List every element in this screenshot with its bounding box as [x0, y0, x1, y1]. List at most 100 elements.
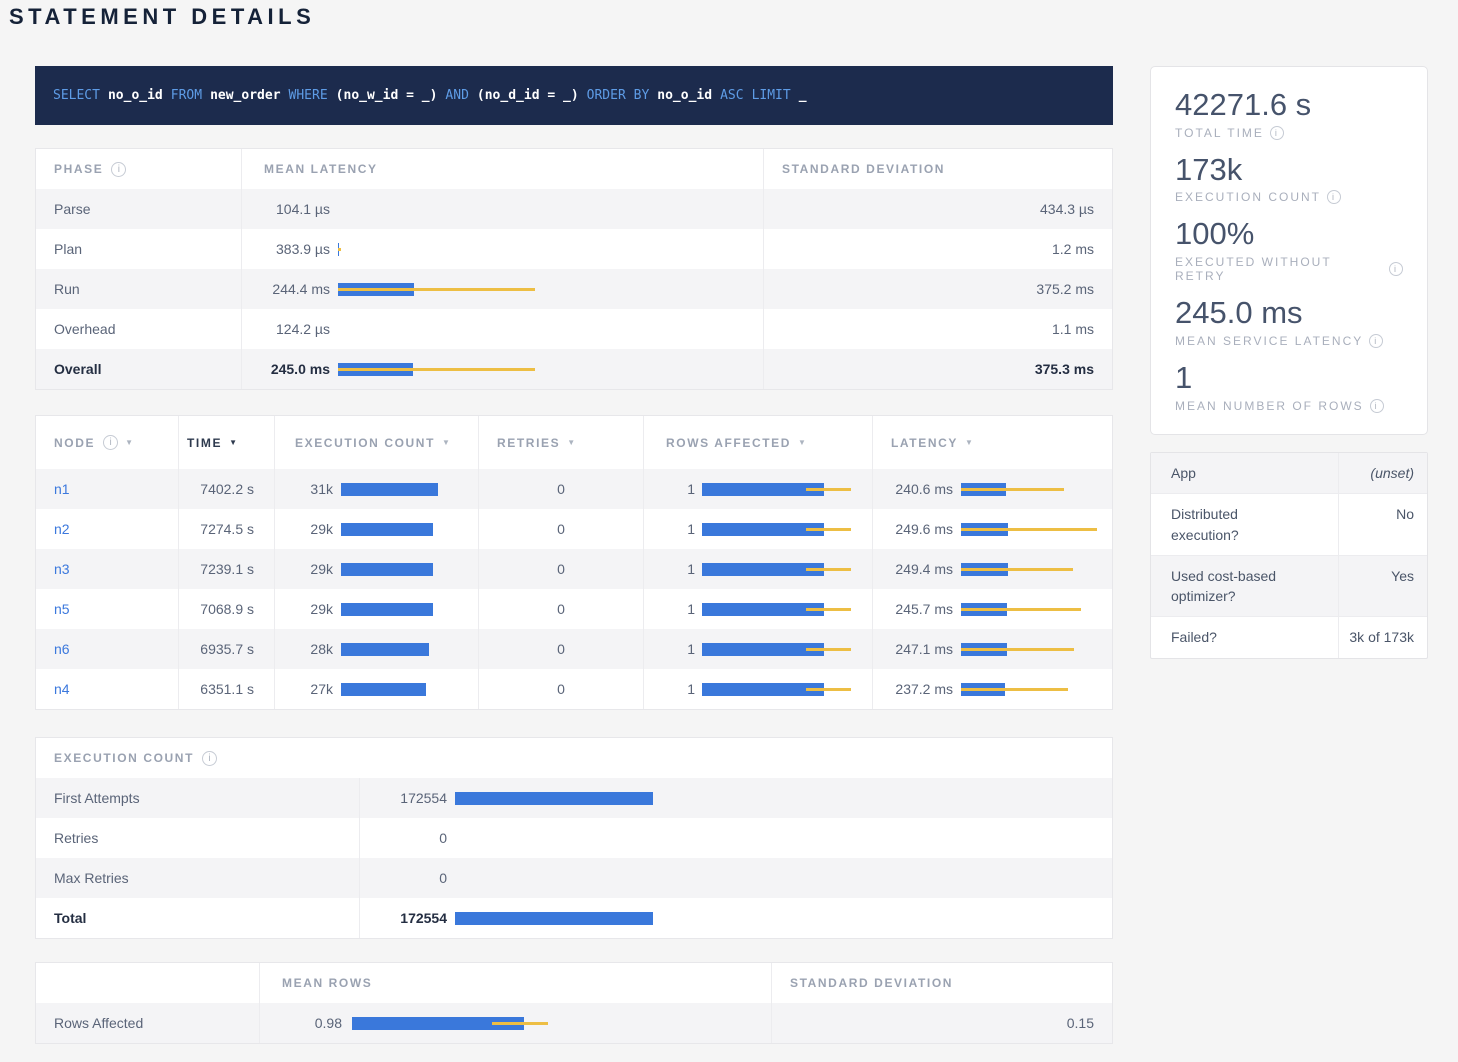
rows-affected-header-cell[interactable]: ROWS AFFECTED ▼ [643, 416, 872, 469]
info-icon[interactable]: i [202, 751, 217, 766]
sql-token: (no_w_id = _) [336, 88, 438, 103]
time-header-cell[interactable]: TIME ▼ [178, 416, 274, 469]
exec-count-cell: 29k [274, 549, 478, 589]
sort-caret-icon: ▼ [965, 438, 973, 447]
sql-token: SELECT [53, 88, 100, 103]
exec-count-value: 31k [289, 481, 333, 497]
latency-header-cell[interactable]: LATENCY ▼ [872, 416, 1114, 469]
stat-value: 1 [1175, 361, 1403, 396]
table-row: n2 7274.5 s 29k 0 1 249.6 ms [36, 509, 1112, 549]
node-header-cell[interactable]: NODE i ▼ [36, 416, 178, 469]
rows-affected-bar [702, 683, 854, 696]
info-icon[interactable]: i [1370, 399, 1384, 413]
mean-rows-bar [352, 1017, 753, 1030]
latency-header-label: LATENCY [891, 436, 958, 450]
info-icon[interactable]: i [1270, 126, 1284, 140]
table-row: Parse 104.1 µs 434.3 µs [36, 189, 1112, 229]
latency-cell: 249.4 ms [872, 549, 1114, 589]
table-row: n6 6935.7 s 28k 0 1 247.1 ms [36, 629, 1112, 669]
node-link[interactable]: n5 [54, 601, 70, 617]
latency-bar [338, 363, 745, 376]
info-icon[interactable]: i [1369, 334, 1383, 348]
node-link[interactable]: n4 [54, 681, 70, 697]
latency-cell: 240.6 ms [872, 469, 1114, 509]
node-link[interactable]: n2 [54, 521, 70, 537]
mean-latency-cell: 244.4 ms [241, 269, 763, 309]
table-row: Run 244.4 ms 375.2 ms [36, 269, 1112, 309]
rows-affected-value: 1 [658, 601, 695, 617]
exec-count-cell: 29k [274, 589, 478, 629]
retries-value: 0 [478, 509, 643, 549]
sql-token: ORDER BY [587, 88, 650, 103]
time-value: 7274.5 s [178, 509, 274, 549]
rows-affected-cell: 1 [643, 629, 872, 669]
sql-token: ASC [720, 88, 743, 103]
time-value: 7068.9 s [178, 589, 274, 629]
mean-latency-value: 244.4 ms [256, 281, 330, 297]
time-value: 7402.2 s [178, 469, 274, 509]
latency-value: 237.2 ms [887, 681, 953, 697]
std-dev-header-cell: STANDARD DEVIATION [771, 963, 1114, 1003]
rows-affected-table: MEAN ROWS STANDARD DEVIATION Rows Affect… [35, 962, 1113, 1044]
stat-label: MEAN NUMBER OF ROWS [1175, 399, 1364, 413]
latency-bar [338, 203, 745, 216]
info-icon[interactable]: i [103, 435, 118, 450]
node-link[interactable]: n1 [54, 481, 70, 497]
time-value: 6935.7 s [178, 629, 274, 669]
exec-count-value: 29k [289, 521, 333, 537]
stat-value: 42271.6 s [1175, 88, 1403, 123]
rows-table-header: MEAN ROWS STANDARD DEVIATION [36, 963, 1112, 1003]
table-row: Total 172554 [36, 898, 1112, 938]
detail-label: Failed? [1151, 617, 1338, 657]
exec-count-header-cell[interactable]: EXECUTION COUNT ▼ [274, 416, 478, 469]
node-link[interactable]: n6 [54, 641, 70, 657]
sort-caret-icon: ▼ [567, 438, 575, 447]
exec-count-bar [341, 683, 464, 696]
empty-header-cell [36, 963, 259, 1003]
latency-bar [338, 323, 745, 336]
table-row: n5 7068.9 s 29k 0 1 245.7 ms [36, 589, 1112, 629]
exec-count-bar [455, 872, 1096, 885]
mean-latency-value: 124.2 µs [256, 321, 330, 337]
sort-caret-icon: ▼ [442, 438, 450, 447]
table-row: n3 7239.1 s 29k 0 1 249.4 ms [36, 549, 1112, 589]
phase-label: Overall [36, 349, 241, 389]
table-row: Overhead 124.2 µs 1.1 ms [36, 309, 1112, 349]
execution-count-title: EXECUTION COUNT [54, 751, 194, 765]
detail-label: Distributed execution? [1151, 494, 1338, 555]
info-icon[interactable]: i [1389, 262, 1403, 276]
exec-count-bar [341, 643, 464, 656]
exec-row-cell: 172554 [359, 778, 1114, 818]
node-link[interactable]: n3 [54, 561, 70, 577]
latency-cell: 237.2 ms [872, 669, 1114, 709]
info-icon[interactable]: i [111, 162, 126, 177]
rows-affected-value: 1 [658, 561, 695, 577]
detail-row-distributed: Distributed execution? No [1151, 494, 1427, 556]
time-value: 7239.1 s [178, 549, 274, 589]
sql-token: _ [799, 88, 807, 103]
retries-header-cell[interactable]: RETRIES ▼ [478, 416, 643, 469]
sort-caret-icon: ▼ [798, 438, 806, 447]
rows-affected-bar [702, 603, 854, 616]
exec-row-label: First Attempts [36, 778, 359, 818]
stat-label: EXECUTION COUNT [1175, 190, 1321, 204]
latency-bar [961, 683, 1096, 696]
stat-execution-count: 173k EXECUTION COUNTi [1175, 153, 1403, 205]
rows-affected-bar [702, 563, 854, 576]
info-icon[interactable]: i [1327, 190, 1341, 204]
phase-label: Plan [36, 229, 241, 269]
node-table-header: NODE i ▼ TIME ▼ EXECUTION COUNT ▼ RETRIE… [36, 416, 1112, 469]
sql-statement: SELECTno_o_idFROMnew_orderWHERE(no_w_id … [35, 66, 1113, 125]
std-dev-value: 1.2 ms [763, 229, 1114, 269]
sql-token: new_order [210, 88, 280, 103]
exec-row-cell: 0 [359, 858, 1114, 898]
mean-latency-header-cell: MEAN LATENCY [241, 149, 763, 189]
detail-value: 3k of 173k [1338, 617, 1429, 657]
table-row: Retries 0 [36, 818, 1112, 858]
exec-count-bar [341, 523, 464, 536]
node-header-label: NODE [54, 436, 95, 450]
exec-row-label: Total [36, 898, 359, 938]
mean-latency-cell: 124.2 µs [241, 309, 763, 349]
retries-header-label: RETRIES [497, 436, 560, 450]
sql-token: (no_d_id = _) [477, 88, 579, 103]
